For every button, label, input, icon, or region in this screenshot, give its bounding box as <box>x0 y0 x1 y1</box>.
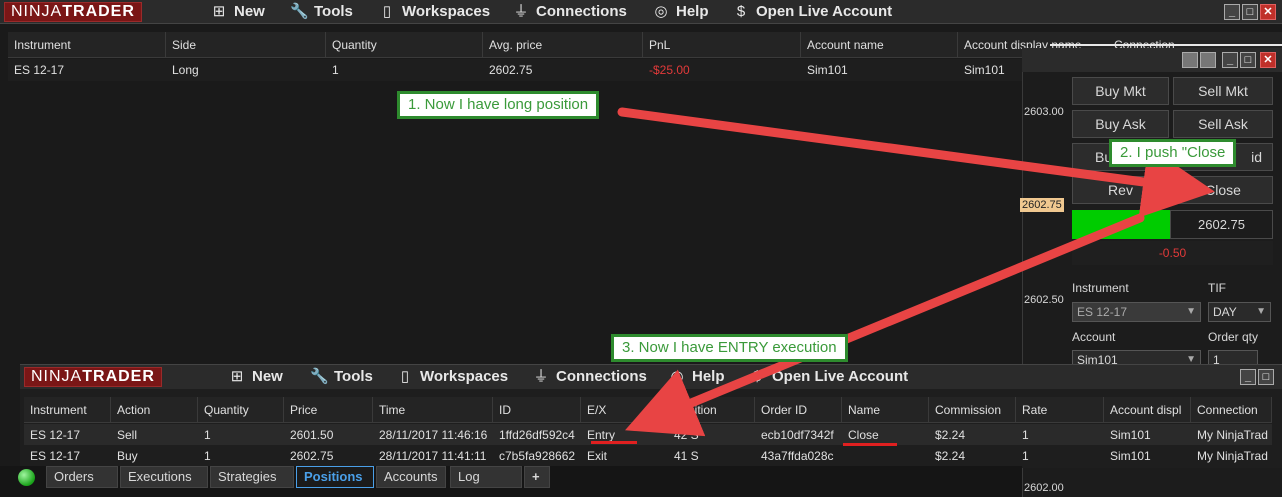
arrow-2 <box>625 213 1145 437</box>
arrow-1 <box>617 107 1215 218</box>
annotation-note-1: 1. Now I have long position <box>397 91 600 119</box>
annotation-arrows <box>617 107 1215 437</box>
annotation-note-3: 3. Now I have ENTRY execution <box>611 334 848 362</box>
annotation-note-2: 2. I push "Close <box>1109 139 1237 167</box>
